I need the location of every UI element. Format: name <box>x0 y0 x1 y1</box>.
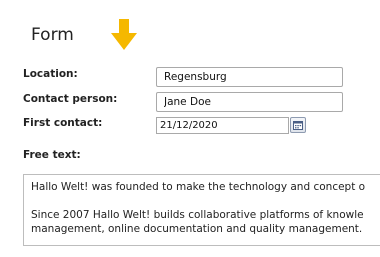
contact-person-input[interactable] <box>156 92 343 112</box>
location-input[interactable] <box>156 67 343 87</box>
free-text-paragraph: Hallo Welt! was founded to make the tech… <box>31 181 366 193</box>
first-contact-date-input[interactable] <box>156 117 289 134</box>
date-picker-button[interactable] <box>290 117 306 133</box>
free-text-textarea[interactable]: Hallo Welt! was founded to make the tech… <box>23 174 380 246</box>
arrow-down-icon <box>111 19 137 50</box>
page-title: Form <box>31 25 74 45</box>
contact-person-label: Contact person: <box>23 93 118 105</box>
free-text-paragraph: Since 2007 Hallo Welt! builds collaborat… <box>31 209 364 235</box>
free-text-label: Free text: <box>23 149 81 161</box>
first-contact-label: First contact: <box>23 117 103 129</box>
location-label: Location: <box>23 68 78 80</box>
calendar-icon <box>293 120 303 130</box>
